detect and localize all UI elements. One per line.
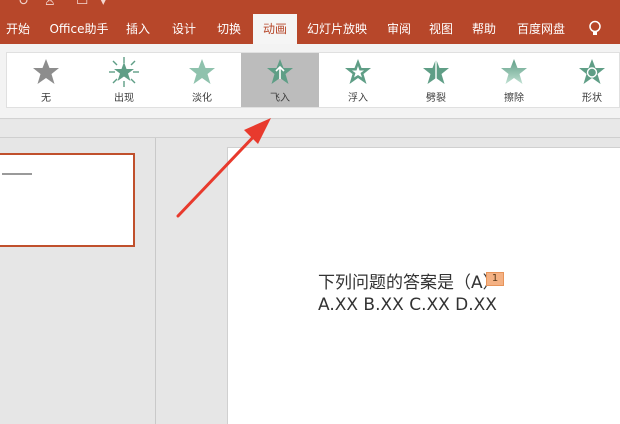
slide-canvas[interactable]: 下列问题的答案是（A） 1 A.XX B.XX C.XX D.XX [227, 147, 620, 424]
effect-fly-in[interactable]: 飞入 [241, 53, 319, 107]
answer-options-text[interactable]: A.XX B.XX C.XX D.XX [318, 295, 497, 315]
effect-fade[interactable]: 淡化 [163, 53, 241, 107]
customize-icon[interactable]: ▾ [100, 0, 107, 9]
tab-transitions[interactable]: 切换 [211, 14, 247, 44]
present-icon[interactable]: ♙ [44, 0, 56, 9]
lightbulb-icon[interactable] [588, 20, 602, 38]
effect-label: 无 [41, 93, 51, 104]
tab-animations[interactable]: 动画 [253, 14, 297, 44]
star-gray-icon [33, 59, 59, 84]
tab-view[interactable]: 视图 [424, 14, 458, 44]
animation-gallery: 无 出现 淡化 飞入 浮入 劈裂 擦除 形状 [6, 52, 620, 108]
effect-label: 劈裂 [426, 93, 446, 104]
tab-insert[interactable]: 插入 [121, 14, 155, 44]
ribbon-body: 无 出现 淡化 飞入 浮入 劈裂 擦除 形状 [0, 44, 620, 135]
star-split-icon [423, 59, 449, 84]
tab-help[interactable]: 帮助 [467, 14, 501, 44]
effect-split[interactable]: 劈裂 [397, 53, 475, 107]
tab-baidu-netdisk[interactable]: 百度网盘 [512, 14, 570, 44]
title-bar: ↻ ♙ ▭ ▾ [0, 0, 620, 14]
effect-label: 出现 [114, 93, 134, 104]
effect-appear[interactable]: 出现 [85, 53, 163, 107]
tab-slideshow[interactable]: 幻灯片放映 [303, 14, 371, 44]
tab-design[interactable]: 设计 [167, 14, 201, 44]
effect-none[interactable]: 无 [7, 53, 85, 107]
box-icon[interactable]: ▭ [76, 0, 88, 9]
effect-label: 淡化 [192, 93, 212, 104]
star-burst-icon [109, 57, 139, 87]
effect-float-in[interactable]: 浮入 [319, 53, 397, 107]
star-wipe-icon [501, 59, 527, 84]
question-text[interactable]: 下列问题的答案是（A） [318, 268, 500, 293]
star-float-in-icon [345, 59, 371, 84]
effect-wipe[interactable]: 擦除 [475, 53, 553, 107]
effect-label: 擦除 [504, 93, 524, 104]
animation-order-tag[interactable]: 1 [486, 272, 504, 286]
effect-label: 浮入 [348, 93, 368, 104]
ribbon-divider [0, 120, 620, 138]
slide-editor: 下列问题的答案是（A） 1 A.XX B.XX C.XX D.XX [157, 138, 620, 424]
star-shape-icon [579, 59, 605, 84]
effect-shape[interactable]: 形状 [553, 53, 620, 107]
effect-label: 形状 [582, 93, 602, 104]
tab-home[interactable]: 开始 [2, 14, 34, 44]
tab-review[interactable]: 审阅 [382, 14, 416, 44]
effect-label: 飞入 [270, 93, 290, 104]
star-fly-in-icon [267, 59, 293, 84]
redo-icon[interactable]: ↻ [18, 0, 29, 9]
ribbon-tabs: 开始 Office助手 插入 设计 切换 动画 幻灯片放映 审阅 视图 帮助 百… [0, 14, 620, 44]
slide-thumbnail[interactable] [0, 153, 135, 247]
slide-thumbnail-panel[interactable] [0, 138, 156, 424]
thumbnail-text-line [2, 173, 32, 175]
tab-office-assistant[interactable]: Office助手 [44, 14, 114, 44]
star-fade-icon [189, 59, 215, 84]
